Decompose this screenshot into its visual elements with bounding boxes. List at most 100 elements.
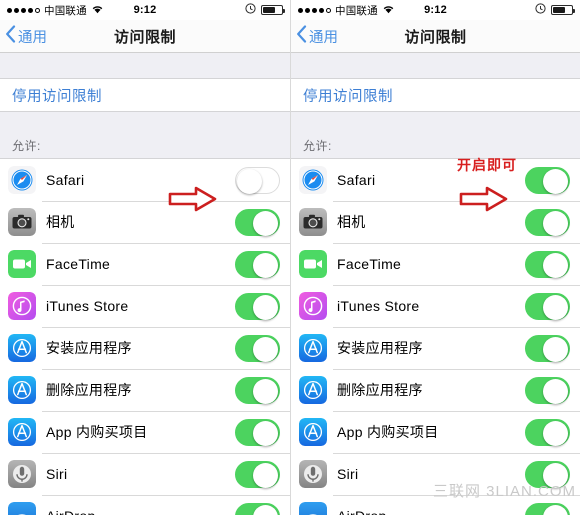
list-item-label: Siri [46,466,68,482]
list-item: 安装应用程序 [0,327,290,369]
safari-icon [299,166,327,194]
siri-icon [299,460,327,488]
list-item: FaceTime [0,243,290,285]
disable-restrictions-button[interactable]: 停用访问限制 [0,78,290,112]
list-item-label: 相机 [46,214,75,230]
list-item: App 内购买项目 [291,411,580,453]
page-title: 访问限制 [113,28,176,46]
allow-section-header: 允许: [12,139,41,153]
list-item-label: 相机 [337,214,366,230]
list-item: iTunes Store [0,285,290,327]
battery-icon [261,5,285,15]
toggle-switch-FaceTime[interactable] [525,250,570,278]
toggle-switch-App 内购买项目[interactable] [235,418,280,446]
toggle-switch-iTunes Store[interactable] [235,292,280,320]
list-item-label: 删除应用程序 [46,382,132,398]
toggle-knob [543,378,568,404]
toggle-switch-相机[interactable] [525,208,570,236]
toggle-knob [543,252,568,278]
list-item-label: AirDrop [46,508,96,515]
camera-icon [299,208,327,236]
itunes-store-icon [299,292,327,320]
phone-screen-before: 中国联通 9:12 通用 访问限制 停用访问限制 允许: Safari 相机 F… [0,0,290,515]
toggle-switch-删除应用程序[interactable] [235,376,280,404]
toggle-switch-相机[interactable] [235,208,280,236]
toggle-switch-安装应用程序[interactable] [235,334,280,362]
list-item: AirDrop [291,495,580,515]
allow-list: Safari 相机 FaceTime iTunes Store 安装应用程序 删除应用程序… [291,158,580,515]
toggle-knob [543,336,568,362]
toggle-switch-删除应用程序[interactable] [525,376,570,404]
disable-restrictions-button[interactable]: 停用访问限制 [291,78,580,112]
clock-label: 9:12 [133,4,157,16]
siri-icon [8,460,36,488]
disable-restrictions-label: 停用访问限制 [303,88,393,105]
toggle-switch-Siri[interactable] [235,460,280,488]
list-item: Safari [291,159,580,201]
toggle-knob [543,504,568,515]
clock-label: 9:12 [424,4,447,16]
status-bar: 中国联通 9:12 [0,0,290,20]
list-item: 相机 [0,201,290,243]
navigation-bar: 通用 访问限制 [291,20,580,53]
toggle-switch-Safari[interactable] [235,166,280,194]
toggle-knob [253,294,278,320]
app-store-icon [8,334,36,362]
toggle-knob [253,210,278,236]
list-item-label: iTunes Store [46,298,129,314]
list-item: iTunes Store [291,285,580,327]
disable-restrictions-label: 停用访问限制 [12,88,102,105]
app-store-icon [299,418,327,446]
toggle-knob [253,504,278,515]
list-item-label: 安装应用程序 [46,340,132,356]
list-item-label: 安装应用程序 [337,340,423,356]
toggle-knob [253,378,278,404]
list-item: 删除应用程序 [291,369,580,411]
toggle-knob [543,462,568,488]
toggle-switch-Siri[interactable] [525,460,570,488]
app-store-icon [8,376,36,404]
list-item: 安装应用程序 [291,327,580,369]
toggle-knob [543,420,568,446]
list-item: Safari [0,159,290,201]
toggle-switch-Safari[interactable] [525,166,570,194]
list-item-label: FaceTime [46,256,111,272]
top-spacer [291,53,580,78]
toggle-switch-FaceTime[interactable] [235,250,280,278]
airdrop-icon [299,502,327,515]
toggle-knob [253,462,278,488]
list-item-label: 删除应用程序 [337,382,423,398]
settings-content: 停用访问限制 允许: Safari 相机 FaceTime iTunes Store 安… [291,53,580,515]
toggle-switch-iTunes Store[interactable] [525,292,570,320]
toggle-switch-AirDrop[interactable] [235,502,280,515]
toggle-knob [543,168,568,194]
section-spacer [0,112,290,132]
list-item: 相机 [291,201,580,243]
list-item-label: App 内购买项目 [46,424,148,440]
toggle-switch-App 内购买项目[interactable] [525,418,570,446]
list-item: Siri [291,453,580,495]
navigation-bar: 通用 访问限制 [0,20,290,53]
toggle-switch-AirDrop[interactable] [525,502,570,515]
toggle-switch-安装应用程序[interactable] [525,334,570,362]
list-item: AirDrop [0,495,290,515]
page-title: 访问限制 [404,28,467,46]
comparison-screenshot: 中国联通 9:12 通用 访问限制 停用访问限制 允许: Safari 相机 F… [0,0,580,515]
toggle-knob [543,210,568,236]
itunes-store-icon [8,292,36,320]
airdrop-icon [8,502,36,515]
list-item-label: AirDrop [337,508,387,515]
list-item: 删除应用程序 [0,369,290,411]
toggle-knob [543,294,568,320]
allow-section-header: 允许: [303,139,332,153]
settings-content: 停用访问限制 允许: Safari 相机 FaceTime iTunes Store 安… [0,53,290,515]
list-item-label: iTunes Store [337,298,420,314]
list-item: App 内购买项目 [0,411,290,453]
toggle-knob [253,420,278,446]
status-bar: 中国联通 9:12 [291,0,580,20]
camera-icon [8,208,36,236]
list-item: FaceTime [291,243,580,285]
toggle-knob [253,336,278,362]
app-store-icon [299,334,327,362]
app-store-icon [8,418,36,446]
